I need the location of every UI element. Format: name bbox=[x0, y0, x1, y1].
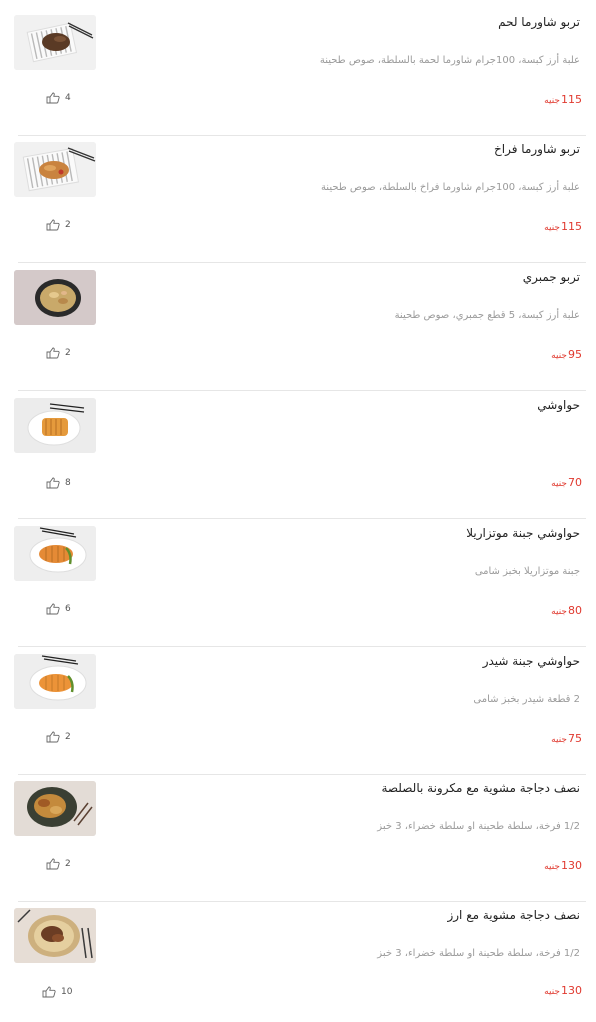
like-button[interactable]: 8 bbox=[46, 477, 71, 489]
price-value: 130 bbox=[561, 984, 582, 997]
menu-item-description: علبة أرز كبسة، 5 قطع جمبري، صوص طحينة bbox=[394, 310, 580, 321]
price-currency: جنيه bbox=[551, 479, 567, 489]
like-button[interactable]: 6 bbox=[46, 603, 71, 615]
like-count: 2 bbox=[65, 859, 71, 869]
thumbs-up-icon bbox=[46, 858, 62, 870]
item-divider bbox=[18, 774, 586, 775]
item-divider bbox=[18, 262, 586, 263]
thumbs-up-icon bbox=[46, 347, 62, 359]
menu-item-image[interactable] bbox=[14, 15, 96, 70]
menu-item-description: علبة أرز كبسة، 100جرام شاورما لحمة بالسل… bbox=[319, 55, 580, 66]
menu-item-price: 95جنيه bbox=[551, 348, 582, 361]
menu-item-description: 2 قطعة شيدر بخبز شامى bbox=[473, 694, 580, 705]
price-value: 115 bbox=[561, 93, 582, 106]
menu-item-price: 130جنيه bbox=[544, 859, 582, 872]
menu-item-image[interactable] bbox=[14, 781, 96, 836]
item-divider bbox=[18, 518, 586, 519]
menu-item[interactable]: تربو شاورما فراخ علبة أرز كبسة، 100جرام … bbox=[14, 142, 586, 263]
like-button[interactable]: 10 bbox=[42, 986, 72, 998]
menu-item-name: تربو شاورما لحم bbox=[498, 15, 580, 29]
menu-item-name: تربو شاورما فراخ bbox=[494, 142, 580, 156]
item-divider bbox=[18, 390, 586, 391]
menu-item-name: حواوشي bbox=[537, 398, 580, 412]
thumbs-up-icon bbox=[46, 219, 62, 231]
price-value: 130 bbox=[561, 859, 582, 872]
menu-list: تربو شاورما لحم علبة أرز كبسة، 100جرام ش… bbox=[0, 0, 596, 1000]
price-currency: جنيه bbox=[551, 351, 567, 361]
menu-item-name: تربو جمبري bbox=[522, 270, 580, 284]
menu-item-price: 130جنيه bbox=[544, 984, 582, 997]
thumbs-up-icon bbox=[46, 92, 62, 104]
price-currency: جنيه bbox=[544, 96, 560, 106]
price-currency: جنيه bbox=[551, 607, 567, 617]
like-button[interactable]: 2 bbox=[46, 219, 71, 231]
menu-item-image[interactable] bbox=[14, 908, 96, 963]
menu-item[interactable]: حواوشي جبنة شيدر 2 قطعة شيدر بخبز شامى 7… bbox=[14, 654, 586, 775]
price-currency: جنيه bbox=[544, 987, 560, 997]
like-button[interactable]: 2 bbox=[46, 731, 71, 743]
like-count: 2 bbox=[65, 348, 71, 358]
menu-item[interactable]: نصف دجاجة مشوية مع ارز 1/2 فرخة، سلطة طح… bbox=[14, 908, 586, 1022]
menu-item-description: 1/2 فرخة، سلطة طحينة او سلطة خضراء، 3 خب… bbox=[377, 948, 580, 959]
menu-item-name: حواوشي جبنة موتزاريلا bbox=[466, 526, 580, 540]
price-value: 115 bbox=[561, 220, 582, 233]
menu-item-description: جبنة موتزاريلا بخبز شامى bbox=[474, 566, 580, 577]
menu-item-image[interactable] bbox=[14, 654, 96, 709]
like-button[interactable]: 2 bbox=[46, 858, 71, 870]
menu-item-price: 115جنيه bbox=[544, 220, 582, 233]
menu-item-image[interactable] bbox=[14, 526, 96, 581]
menu-item[interactable]: حواوشي 70جنيه 8 bbox=[14, 398, 586, 519]
price-currency: جنيه bbox=[551, 735, 567, 745]
thumbs-up-icon bbox=[46, 477, 62, 489]
like-button[interactable]: 2 bbox=[46, 347, 71, 359]
thumbs-up-icon bbox=[42, 986, 58, 998]
price-value: 80 bbox=[568, 604, 582, 617]
menu-item-price: 70جنيه bbox=[551, 476, 582, 489]
price-value: 95 bbox=[568, 348, 582, 361]
price-value: 70 bbox=[568, 476, 582, 489]
item-divider bbox=[18, 901, 586, 902]
menu-item-name: نصف دجاجة مشوية مع ارز bbox=[447, 908, 580, 922]
menu-item[interactable]: نصف دجاجة مشوية مع مكرونة بالصلصة 1/2 فر… bbox=[14, 781, 586, 902]
like-count: 6 bbox=[65, 604, 71, 614]
like-count: 2 bbox=[65, 732, 71, 742]
like-count: 10 bbox=[61, 987, 73, 997]
menu-item-price: 115جنيه bbox=[544, 93, 582, 106]
price-currency: جنيه bbox=[544, 862, 560, 872]
menu-item-name: حواوشي جبنة شيدر bbox=[482, 654, 580, 668]
menu-item[interactable]: تربو شاورما لحم علبة أرز كبسة، 100جرام ش… bbox=[14, 15, 586, 136]
like-count: 2 bbox=[65, 220, 71, 230]
menu-item-description: علبة أرز كبسة، 100جرام شاورما فراخ بالسل… bbox=[320, 182, 580, 193]
menu-item-image[interactable] bbox=[14, 142, 96, 197]
menu-item-image[interactable] bbox=[14, 270, 96, 325]
menu-item-description: 1/2 فرخة، سلطة طحينة او سلطة خضراء، 3 خب… bbox=[377, 821, 580, 832]
thumbs-up-icon bbox=[46, 603, 62, 615]
item-divider bbox=[18, 646, 586, 647]
menu-item-price: 80جنيه bbox=[551, 604, 582, 617]
like-button[interactable]: 4 bbox=[46, 92, 71, 104]
like-count: 8 bbox=[65, 478, 71, 488]
price-value: 75 bbox=[568, 732, 582, 745]
thumbs-up-icon bbox=[46, 731, 62, 743]
menu-item[interactable]: تربو جمبري علبة أرز كبسة، 5 قطع جمبري، ص… bbox=[14, 270, 586, 391]
menu-item-name: نصف دجاجة مشوية مع مكرونة بالصلصة bbox=[381, 781, 580, 795]
menu-item-image[interactable] bbox=[14, 398, 96, 453]
price-currency: جنيه bbox=[544, 223, 560, 233]
item-divider bbox=[18, 135, 586, 136]
like-count: 4 bbox=[65, 93, 71, 103]
menu-item[interactable]: حواوشي جبنة موتزاريلا جبنة موتزاريلا بخب… bbox=[14, 526, 586, 647]
menu-item-price: 75جنيه bbox=[551, 732, 582, 745]
